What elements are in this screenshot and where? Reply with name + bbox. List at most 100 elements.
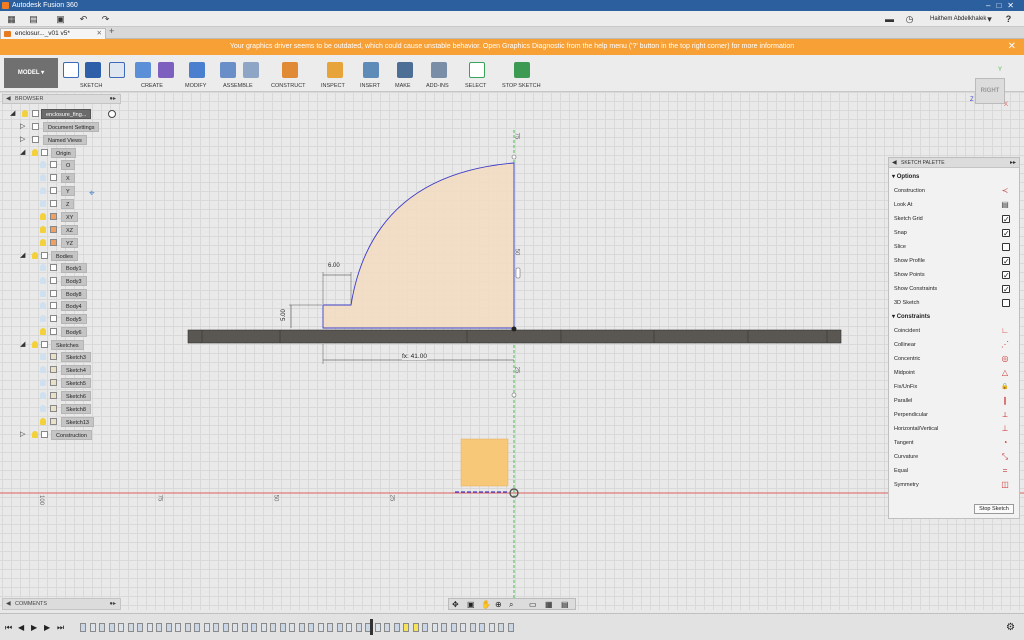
document-tab[interactable]: enclosur..._v01 v5* ✕	[0, 28, 106, 39]
play-icon[interactable]: ▶	[31, 623, 39, 632]
timeline-feature-icon[interactable]	[89, 623, 96, 632]
constraint-parallel[interactable]: Parallel ∥	[894, 395, 1016, 407]
timeline-feature-icon[interactable]	[488, 623, 495, 632]
visibility-bulb-icon[interactable]	[40, 264, 46, 271]
close-tab-icon[interactable]: ✕	[97, 29, 102, 39]
option-construction[interactable]: Construction ≺	[894, 185, 1016, 197]
window-controls-icon[interactable]: –□✕	[986, 0, 1020, 11]
modify-menu[interactable]: MODIFY	[185, 83, 206, 89]
checkbox[interactable]: ✓	[1002, 285, 1010, 294]
constraint-equal[interactable]: Equal =	[894, 465, 1016, 477]
checkbox[interactable]	[1002, 299, 1010, 307]
visibility-bulb-icon[interactable]	[40, 161, 46, 168]
zoom-icon[interactable]: ⊕	[495, 599, 502, 610]
timeline-feature-icon[interactable]	[431, 623, 438, 632]
visibility-bulb-icon[interactable]	[40, 200, 46, 207]
stop-sketch-toolbar-button[interactable]: STOP SKETCH	[502, 83, 541, 89]
make-menu[interactable]: MAKE	[395, 83, 411, 89]
timeline-feature-icon[interactable]	[374, 623, 381, 632]
lock-icon[interactable]: 🔒	[1000, 382, 1010, 392]
comments-panel[interactable]: ◀ COMMENTS ●▸	[2, 598, 121, 610]
inspect-menu[interactable]: INSPECT	[321, 83, 345, 89]
timeline-feature-icon[interactable]	[289, 623, 295, 632]
visibility-bulb-icon[interactable]	[40, 290, 46, 297]
step-forward-icon[interactable]: ▶	[44, 623, 52, 632]
stop-sketch-button[interactable]: Stop Sketch	[974, 504, 1014, 514]
option-show-profile[interactable]: Show Profile ✓	[894, 255, 1016, 267]
timeline-feature-icon[interactable]	[384, 623, 390, 632]
perpendicular-icon[interactable]: ⟂	[1000, 410, 1010, 420]
undo-icon[interactable]: ↶	[78, 14, 89, 24]
collapse-icon[interactable]: ◀	[6, 95, 11, 103]
timeline-feature-icon[interactable]	[393, 623, 400, 632]
activate-radio-icon[interactable]	[108, 110, 116, 118]
checkbox[interactable]: ✓	[1002, 229, 1010, 238]
step-back-icon[interactable]: ◀	[18, 623, 26, 632]
visibility-bulb-icon[interactable]	[40, 226, 46, 233]
timeline-feature-icon[interactable]	[270, 623, 276, 632]
visibility-bulb-icon[interactable]	[40, 302, 46, 309]
constraint-horizontal-vertical[interactable]: Horizontal/Vertical ⊥	[894, 423, 1016, 435]
timeline-feature-icon[interactable]	[222, 623, 229, 632]
collapse-icon[interactable]: ◀	[6, 599, 11, 609]
visibility-bulb-icon[interactable]	[22, 110, 28, 117]
timeline-feature-icon[interactable]	[175, 623, 181, 632]
timeline-feature-icon[interactable]	[184, 623, 191, 632]
visibility-bulb-icon[interactable]	[40, 379, 46, 386]
sketch-rectangle-icon[interactable]	[109, 62, 125, 78]
symmetry-icon[interactable]: ◫	[1000, 480, 1010, 490]
curvature-icon[interactable]: ⤡	[1000, 452, 1010, 462]
visibility-bulb-icon[interactable]	[40, 353, 46, 360]
visibility-bulb-icon[interactable]	[40, 174, 46, 181]
option-show-constraints[interactable]: Show Constraints ✓	[894, 283, 1016, 295]
concentric-icon[interactable]: ◎	[1000, 354, 1010, 364]
insert-menu[interactable]: INSERT	[360, 83, 380, 89]
timeline-feature-icon[interactable]	[80, 623, 86, 632]
viewports-icon[interactable]: ▤	[561, 599, 569, 610]
orbit-icon[interactable]: ✥	[452, 599, 459, 610]
visibility-bulb-icon[interactable]	[32, 252, 38, 259]
scripts-addins-icon[interactable]	[431, 62, 447, 78]
timeline-feature-icon[interactable]	[127, 623, 134, 632]
visibility-bulb-icon[interactable]	[40, 277, 46, 284]
timeline-feature-icon[interactable]	[355, 623, 362, 632]
timeline-marker[interactable]	[370, 619, 373, 635]
equal-icon[interactable]: =	[1000, 466, 1010, 476]
timeline-feature-icon[interactable]	[317, 623, 324, 632]
grid-settings-icon[interactable]: ▦	[545, 599, 553, 610]
timeline-feature-icon[interactable]	[213, 623, 219, 632]
coincident-icon[interactable]: ∟	[1000, 326, 1010, 336]
option-show-points[interactable]: Show Points ✓	[894, 269, 1016, 281]
workspace-switcher[interactable]: MODEL ▾	[4, 58, 58, 88]
collapse-icon[interactable]: ◀	[892, 158, 897, 168]
timeline-feature-icon[interactable]	[165, 623, 172, 632]
step-height-dimension[interactable]: 5.00	[280, 309, 287, 321]
stop-sketch-icon[interactable]	[514, 62, 530, 78]
horizontal-vertical-icon[interactable]: ⊥	[1000, 424, 1010, 434]
constraint-symmetry[interactable]: Symmetry ◫	[894, 479, 1016, 491]
browser-pin-icon[interactable]: ●▸	[109, 95, 116, 103]
constraint-fix-unfix[interactable]: Fix/UnFix 🔒	[894, 381, 1016, 393]
create-menu[interactable]: CREATE	[141, 83, 163, 89]
timeline-feature-icon[interactable]	[146, 623, 153, 632]
checkbox[interactable]: ✓	[1002, 215, 1010, 224]
timeline-feature-icon[interactable]	[507, 623, 514, 632]
new-component-icon[interactable]	[220, 62, 236, 78]
tangent-icon[interactable]: ◔	[1000, 438, 1010, 448]
press-pull-icon[interactable]	[189, 62, 205, 78]
constraint-tangent[interactable]: Tangent ◔	[894, 437, 1016, 449]
visibility-bulb-icon[interactable]	[40, 328, 46, 335]
pan-icon[interactable]: ✋	[481, 599, 491, 610]
offset-plane-icon[interactable]	[282, 62, 298, 78]
timeline-feature-icon[interactable]	[194, 623, 200, 632]
measure-icon[interactable]	[327, 62, 343, 78]
visibility-bulb-icon[interactable]	[32, 431, 38, 438]
construction-icon[interactable]: ≺	[1000, 186, 1010, 196]
timeline-feature-icon[interactable]	[336, 623, 343, 632]
save-icon[interactable]: ▣	[55, 14, 66, 24]
timeline-feature-icon[interactable]	[498, 623, 504, 632]
assemble-menu[interactable]: ASSEMBLE	[223, 83, 253, 89]
collinear-icon[interactable]: ⋰	[1000, 340, 1010, 350]
visibility-bulb-icon[interactable]	[32, 149, 38, 156]
timeline-feature-icon[interactable]	[232, 623, 238, 632]
